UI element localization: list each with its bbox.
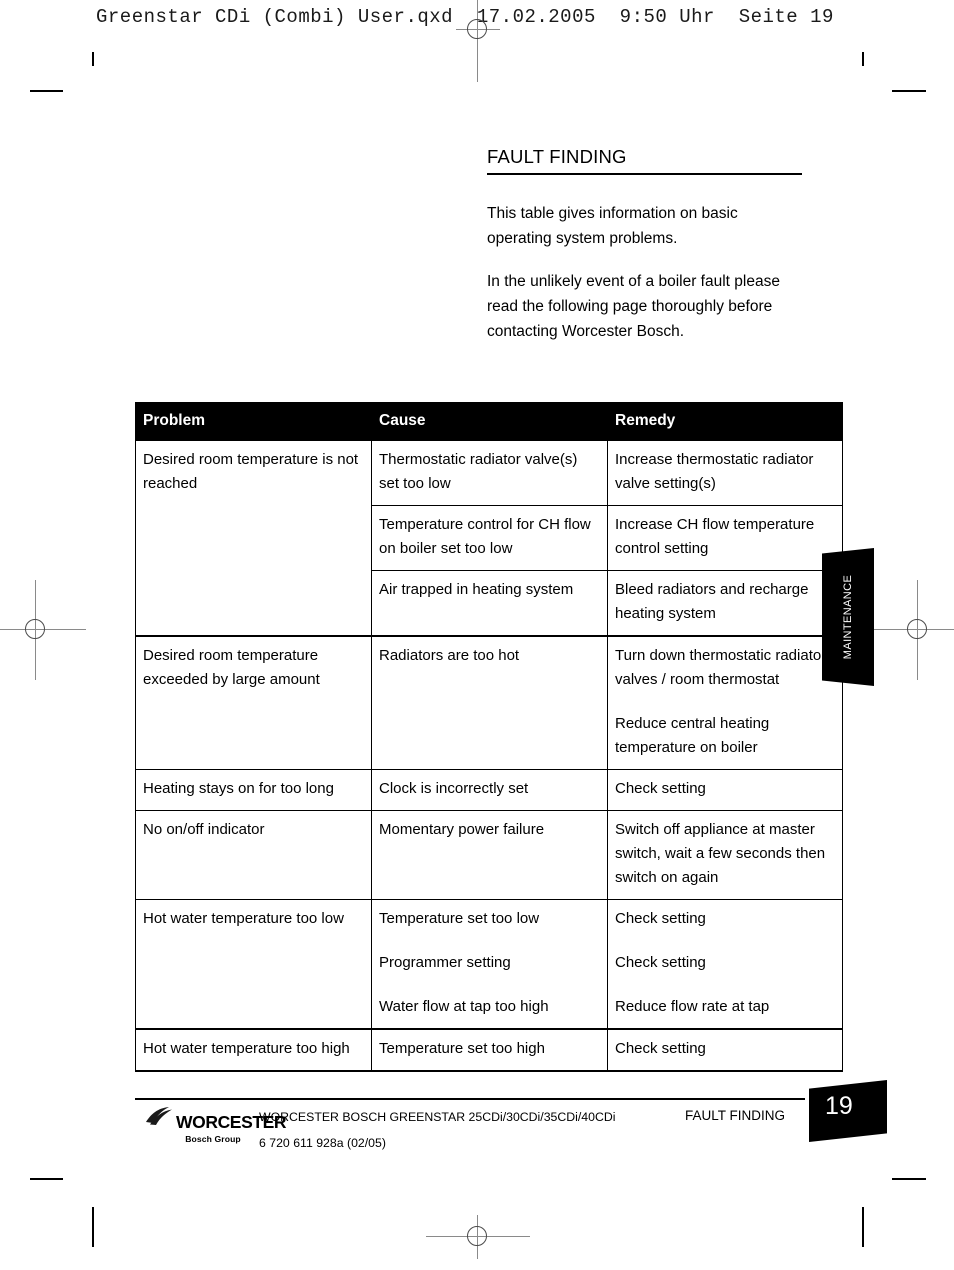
registration-mark-right	[868, 580, 954, 680]
cell-remedy: Check setting Check setting Reduce flow …	[607, 899, 843, 1030]
cell-problem: Hot water temperature too low	[135, 899, 372, 1030]
cell-line: Reduce flow rate at tap	[615, 998, 770, 1015]
cell-cause: Temperature control for CH flow on boile…	[371, 505, 608, 571]
cell-line: Temperature set too low	[379, 910, 540, 927]
crop-mark-top-right-horizontal	[892, 90, 926, 92]
cell-line: Reduce central heating temperature on bo…	[615, 715, 770, 756]
cell-line: Check setting	[615, 780, 706, 797]
cell-line: Check setting	[615, 910, 706, 927]
intro-paragraph-2: In the unlikely event of a boiler fault …	[487, 272, 780, 340]
registration-crosshair-vertical	[477, 0, 479, 82]
cell-line: Turn down thermostatic radiator valves /…	[615, 647, 827, 688]
cell-problem: Desired room temperature exceeded by lar…	[135, 635, 372, 770]
cell-line: Increase CH flow temperature control set…	[615, 516, 815, 557]
cell-remedy: Turn down thermostatic radiator valves /…	[607, 635, 843, 770]
crop-mark-bottom-right-vertical	[862, 1207, 864, 1247]
cell-remedy: Check setting	[607, 1028, 843, 1072]
page-number-tab: 19	[809, 1080, 887, 1142]
cell-cause: Clock is incorrectly set	[371, 769, 608, 811]
intro-column: FAULT FINDING This table gives informati…	[487, 146, 802, 362]
cell-remedy: Check setting	[607, 769, 843, 811]
crop-mark-bottom-right-horizontal	[892, 1178, 926, 1180]
crop-mark-bottom-left-horizontal	[30, 1178, 63, 1180]
title-underline	[487, 173, 802, 175]
cell-cause: Momentary power failure	[371, 810, 608, 900]
cell-line: Temperature control for CH flow on boile…	[379, 516, 591, 557]
cell-problem: Heating stays on for too long	[135, 769, 372, 811]
table-row: Heating stays on for too long Clock is i…	[135, 769, 843, 811]
footer-product-line: WORCESTER BOSCH GREENSTAR 25CDi/30CDi/35…	[259, 1110, 616, 1124]
cell-problem: Desired room temperature is not reached	[135, 440, 372, 637]
cell-remedy: Increase CH flow temperature control set…	[607, 505, 843, 571]
cell-line: Clock is incorrectly set	[379, 780, 529, 797]
cell-cause: Air trapped in heating system	[371, 570, 608, 637]
footer-document-number: 6 720 611 928a (02/05)	[259, 1136, 386, 1150]
registration-ring	[907, 619, 927, 639]
logo-subtitle: Bosch Group	[185, 1134, 241, 1144]
registration-ring	[467, 1226, 487, 1246]
page-footer: WORCESTER Bosch Group WORCESTER BOSCH GR…	[135, 1080, 895, 1166]
column-header-problem: Problem	[135, 402, 372, 441]
registration-mark-left	[0, 580, 86, 680]
cell-remedy: Increase thermostatic radiator valve set…	[607, 440, 843, 506]
table-row: Hot water temperature too low Temperatur…	[135, 899, 843, 1030]
crop-mark-top-left-vertical	[92, 52, 94, 66]
table-row: Desired room temperature exceeded by lar…	[135, 635, 843, 770]
table-row: Desired room temperature is not reached …	[135, 440, 843, 637]
cell-line: Increase thermostatic radiator valve set…	[615, 451, 814, 492]
column-header-cause: Cause	[371, 402, 608, 441]
cell-line: Switch off appliance at master switch, w…	[615, 821, 826, 886]
cell-line: Bleed radiators and recharge heating sys…	[615, 581, 809, 622]
cell-line: Check setting	[615, 954, 706, 971]
cell-remedy: Switch off appliance at master switch, w…	[607, 810, 843, 900]
crop-mark-top-right-vertical	[862, 52, 864, 66]
cell-line: Air trapped in heating system	[379, 581, 574, 598]
cell-cause: Radiators are too hot	[371, 635, 608, 770]
footer-section-label: FAULT FINDING	[685, 1108, 786, 1123]
column-header-remedy: Remedy	[607, 402, 843, 441]
registration-ring	[25, 619, 45, 639]
cell-problem: No on/off indicator	[135, 810, 372, 900]
fault-finding-table: Problem Cause Remedy Desired room temper…	[135, 402, 843, 1072]
registration-mark-top	[456, 0, 500, 82]
section-thumb-tab-maintenance: MAINTENANCE	[822, 548, 874, 686]
cell-line: Radiators are too hot	[379, 647, 520, 664]
cell-cause: Thermostatic radiator valve(s) set too l…	[371, 440, 608, 506]
cell-line: Momentary power failure	[379, 821, 545, 838]
cell-line: Water flow at tap too high	[379, 998, 549, 1015]
intro-paragraph-1: This table gives information on basic op…	[487, 204, 738, 247]
side-tab-label: MAINTENANCE	[842, 574, 854, 660]
table-row: No on/off indicator Momentary power fail…	[135, 810, 843, 900]
cell-line: Temperature set too high	[379, 1040, 545, 1057]
cell-remedy: Bleed radiators and recharge heating sys…	[607, 570, 843, 637]
worcester-bosch-logo: WORCESTER Bosch Group	[145, 1106, 287, 1144]
worcester-flame-icon	[145, 1106, 175, 1131]
registration-mark-bottom	[426, 1215, 530, 1259]
footer-product-info: WORCESTER BOSCH GREENSTAR 25CDi/30CDi/35…	[259, 1104, 679, 1156]
registration-ring	[467, 19, 487, 39]
page-title: FAULT FINDING	[487, 146, 627, 167]
table-row: Hot water temperature too high Temperatu…	[135, 1028, 843, 1072]
cell-line: Programmer setting	[379, 954, 511, 971]
cell-line: Check setting	[615, 1040, 706, 1057]
cell-cause: Temperature set too high	[371, 1028, 608, 1072]
cell-line: Thermostatic radiator valve(s) set too l…	[379, 451, 578, 492]
page-number: 19	[825, 1092, 853, 1120]
crop-mark-top-left-horizontal	[30, 90, 63, 92]
cell-problem: Hot water temperature too high	[135, 1028, 372, 1072]
crop-mark-bottom-left-vertical	[92, 1207, 94, 1247]
table-header-row: Problem Cause Remedy	[135, 402, 843, 441]
cell-cause: Temperature set too low Programmer setti…	[371, 899, 608, 1030]
